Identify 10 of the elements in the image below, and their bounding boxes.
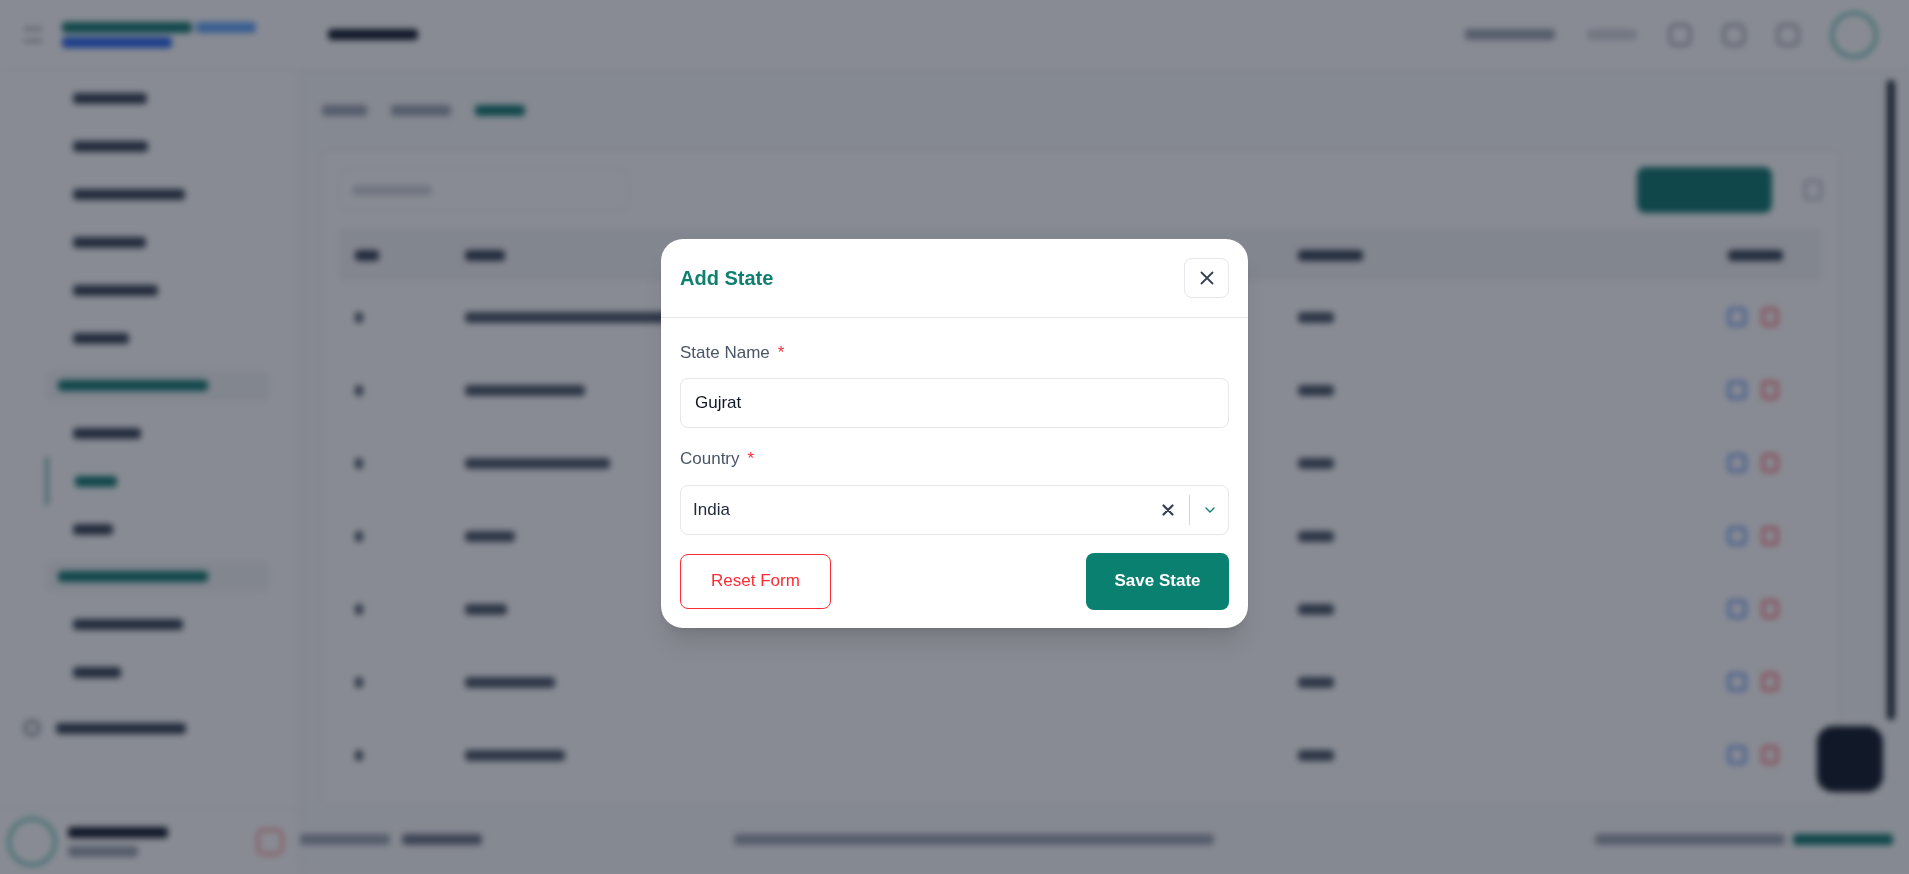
save-button[interactable]: Save State xyxy=(1086,552,1229,610)
select-field[interactable]: India xyxy=(680,484,1229,535)
field-label: State Name xyxy=(680,341,770,364)
reset-button[interactable]: Reset Form xyxy=(680,553,831,609)
required-mark: * xyxy=(747,448,755,470)
dialog-title: Add State xyxy=(680,265,774,291)
close-button[interactable] xyxy=(1184,257,1229,298)
required-mark: * xyxy=(777,341,785,364)
field-label: Country xyxy=(680,448,740,470)
input-field[interactable]: Gujrat xyxy=(680,378,1229,428)
